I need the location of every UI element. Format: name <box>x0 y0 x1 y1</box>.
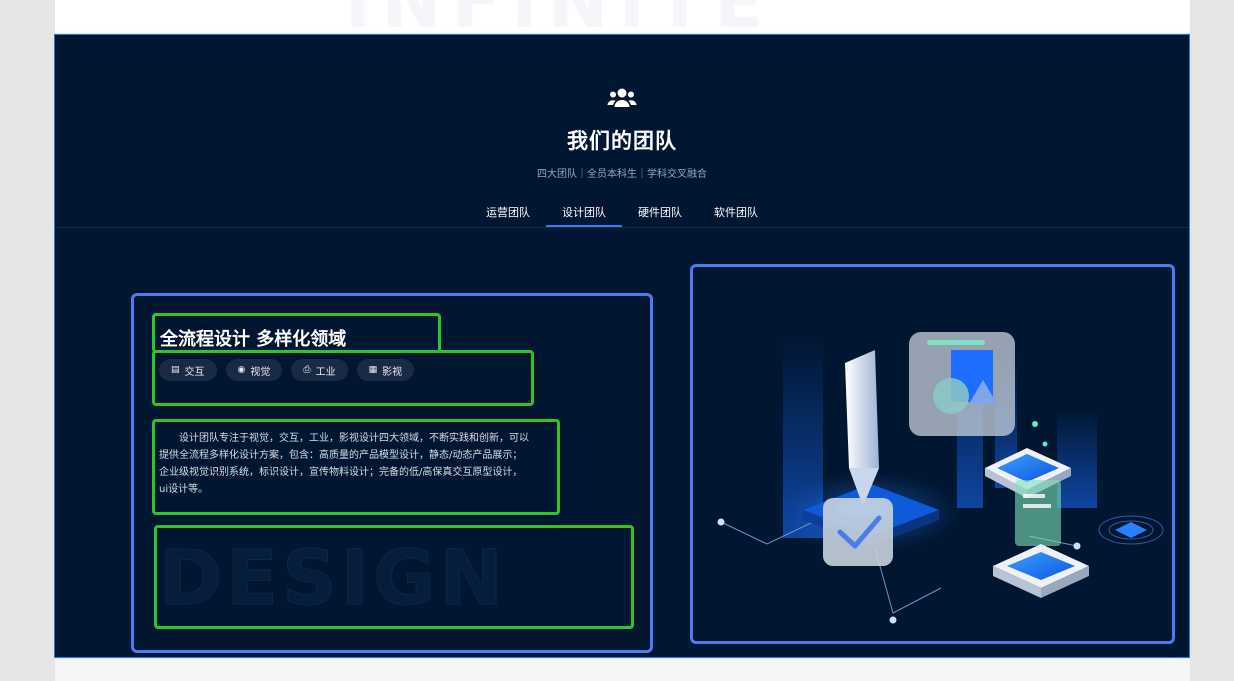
tab-hardware[interactable]: 硬件团队 <box>622 199 698 227</box>
top-banner-strip: INFINITE <box>55 0 1190 33</box>
chip-label: 影视 <box>382 366 403 378</box>
chip-film[interactable]: ▦ 影视 <box>356 359 415 381</box>
tab-operations[interactable]: 运营团队 <box>470 199 546 227</box>
design-description: 设计团队专注于视觉，交互，工业，影视设计四大领域，不断实践和创新，可以提供全流程… <box>159 433 529 495</box>
section-subtitle: 四大团队｜全员本科生｜学科交叉融合 <box>537 169 707 180</box>
team-tabs: 运营团队 设计团队 硬件团队 软件团队 <box>55 199 1189 227</box>
design-watermark: DESIGN <box>158 533 508 623</box>
eye-icon: ◉ <box>237 365 246 375</box>
film-icon: ▦ <box>368 365 378 375</box>
tab-software[interactable]: 软件团队 <box>698 199 774 227</box>
chip-label: 工业 <box>315 366 336 378</box>
chip-label: 交互 <box>184 366 205 378</box>
design-field-chips: ▤ 交互 ◉ 视觉 ⎙ 工业 ▦ 影视 <box>159 359 415 381</box>
isometric-design-illustration <box>717 332 1164 624</box>
design-heading: 全流程设计 多样化领域 <box>160 329 347 350</box>
section-title: 我们的团队 <box>567 129 677 153</box>
calendar-icon: ▤ <box>171 365 180 375</box>
printer-icon: ⎙ <box>303 365 311 375</box>
background-watermark-word: INFINITE <box>345 0 773 33</box>
chip-interaction[interactable]: ▤ 交互 <box>159 359 217 381</box>
tab-design[interactable]: 设计团队 <box>546 199 622 227</box>
chip-visual[interactable]: ◉ 视觉 <box>225 359 283 381</box>
team-section: 我们的团队 四大团队｜全员本科生｜学科交叉融合 运营团队 设计团队 硬件团队 软… <box>54 34 1190 658</box>
team-icon <box>607 88 637 107</box>
bottom-strip <box>55 659 1190 681</box>
tabs-divider <box>55 227 1189 228</box>
chip-industrial[interactable]: ⎙ 工业 <box>291 359 348 381</box>
chip-label: 视觉 <box>250 366 271 378</box>
